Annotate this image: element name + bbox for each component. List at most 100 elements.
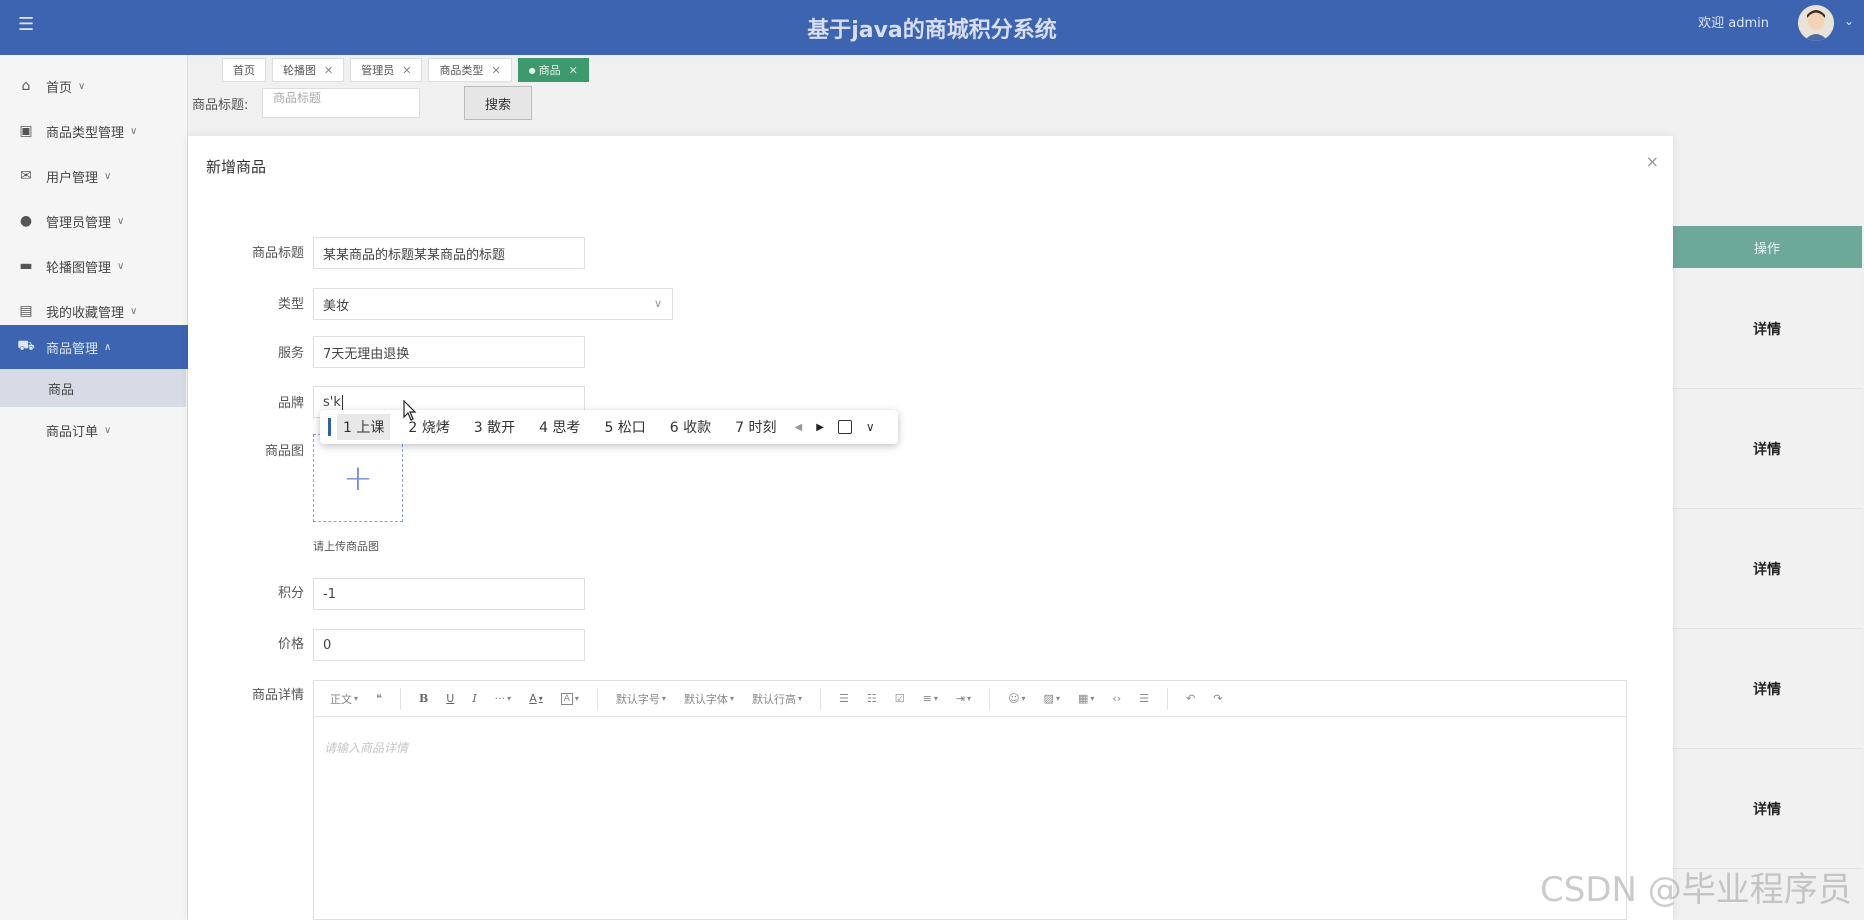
table-row-action[interactable]: 详情: [1672, 509, 1862, 629]
close-icon[interactable]: ✕: [402, 64, 411, 77]
sidebar-item-users[interactable]: ✉ 用户管理 ∨: [0, 154, 188, 198]
sidebar-item-carousel[interactable]: ▬ 轮播图管理 ∨: [0, 244, 188, 288]
toolbar-divider: [399, 687, 401, 710]
close-icon[interactable]: ×: [1646, 152, 1659, 171]
sidebar-item-label: 商品管理: [46, 341, 99, 357]
caret-down-icon: ▾: [354, 694, 359, 703]
table-dropdown[interactable]: ▦ ▾: [1078, 692, 1094, 705]
mouse-pointer-icon: [403, 400, 417, 421]
caret-down-icon: ▾: [538, 694, 543, 703]
more-styles-dropdown[interactable]: ··· ▾: [495, 692, 512, 705]
font-color-icon: A: [529, 692, 537, 705]
search-button[interactable]: 搜索: [464, 86, 532, 120]
title-input[interactable]: 某某商品的标题某某商品的标题: [313, 237, 585, 269]
sidebar-item-admins[interactable]: ● 管理员管理 ∨: [0, 199, 188, 243]
chevron-down-icon: ∨: [130, 305, 138, 317]
ime-candidate[interactable]: 5 松口: [604, 417, 645, 437]
image-dropdown[interactable]: ▨ ▾: [1044, 692, 1060, 705]
ime-next-icon[interactable]: ▶: [816, 422, 824, 433]
close-icon[interactable]: ✕: [491, 64, 500, 77]
bullet-list-icon[interactable]: ☰: [839, 692, 849, 705]
title-label: 商品标题: [251, 246, 304, 261]
tab-home[interactable]: 首页: [222, 58, 266, 82]
dialog-title: 新增商品: [206, 158, 267, 176]
bg-color-icon: A: [560, 692, 573, 705]
chevron-down-icon[interactable]: ⌄: [1844, 14, 1854, 28]
ime-prev-icon[interactable]: ◀: [795, 422, 803, 433]
table-row-action[interactable]: 详情: [1672, 269, 1862, 389]
chevron-down-icon: ∨: [104, 424, 112, 436]
type-label: 类型: [277, 297, 304, 312]
type-value: 美妆: [323, 298, 350, 314]
ime-candidate[interactable]: 6 收款: [670, 417, 711, 437]
todo-list-icon[interactable]: ☑: [895, 692, 905, 705]
rich-text-editor[interactable]: 正文 ▾ ❝ B U I ··· ▾ A ▾ A ▾ 默认字号 ▾ 默认字体 ▾ 默认行高 ▾…: [313, 680, 1627, 920]
caret-down-icon: ▾: [1055, 694, 1060, 703]
align-icon: ≡: [922, 692, 932, 705]
line-height-dropdown[interactable]: 默认行高 ▾: [752, 691, 802, 707]
tab-goods-type[interactable]: 商品类型 ✕: [428, 58, 512, 82]
numbered-list-icon[interactable]: ☷: [867, 692, 877, 705]
paragraph-label: 正文: [330, 692, 352, 706]
emoji-dropdown[interactable]: ☺ ▾: [1008, 692, 1025, 705]
caret-down-icon: ▾: [1090, 694, 1095, 703]
favorite-icon: ▤: [19, 303, 33, 319]
brand-label: 品牌: [277, 396, 304, 411]
ime-candidate[interactable]: 4 思考: [539, 417, 580, 437]
ime-skin-icon[interactable]: [837, 420, 852, 434]
sidebar-item-goods[interactable]: ⛟ 商品管理 ∧: [0, 325, 188, 369]
bg-color-dropdown[interactable]: A ▾: [560, 692, 579, 705]
align-dropdown[interactable]: ≡ ▾: [923, 692, 938, 705]
divider-icon[interactable]: ☰: [1139, 692, 1149, 705]
code-icon[interactable]: ‹›: [1112, 692, 1121, 705]
search-input[interactable]: 商品标题: [262, 88, 420, 118]
ime-candidate[interactable]: 1 上课: [337, 414, 391, 440]
sidebar-item-goods-type[interactable]: ▣ 商品类型管理 ∨: [0, 109, 188, 153]
table-row-action[interactable]: 详情: [1672, 389, 1862, 509]
quote-icon[interactable]: ❝: [376, 692, 382, 705]
sidebar-item-label: 用户管理: [46, 170, 99, 186]
image-upload-button[interactable]: +: [313, 434, 403, 522]
avatar-image: [1798, 5, 1834, 41]
brand-value: s'k: [323, 394, 341, 410]
sidebar-subitem-label: 商品订单: [46, 424, 99, 440]
sidebar-subitem-goods[interactable]: 商品: [0, 369, 186, 407]
tab-carousel[interactable]: 轮播图 ✕: [272, 58, 345, 82]
ime-candidate[interactable]: 3 散开: [474, 417, 515, 437]
redo-icon[interactable]: ↷: [1213, 692, 1222, 705]
close-icon[interactable]: ✕: [569, 64, 578, 77]
close-icon[interactable]: ✕: [324, 64, 333, 77]
italic-icon[interactable]: I: [472, 692, 476, 705]
sidebar-item-home[interactable]: ⌂ 首页 ∨: [0, 64, 188, 108]
table-header-actions: 操作: [1672, 226, 1862, 268]
font-family-dropdown[interactable]: 默认字体 ▾: [684, 691, 734, 707]
watermark: CSDN @毕业程序员: [1540, 870, 1852, 910]
font-size-label: 默认字号: [615, 692, 660, 706]
caret-down-icon: ▾: [507, 694, 512, 703]
paragraph-dropdown[interactable]: 正文 ▾: [330, 691, 358, 707]
caret-down-icon: ▾: [967, 694, 972, 703]
underline-icon[interactable]: U: [446, 692, 454, 705]
table-row-action[interactable]: 详情: [1672, 749, 1862, 869]
type-select[interactable]: 美妆 ∨: [313, 288, 673, 320]
tab-label: 轮播图: [283, 64, 316, 77]
bold-icon[interactable]: B: [419, 692, 428, 705]
caret-down-icon: ▾: [661, 694, 666, 703]
service-input[interactable]: 7天无理由退换: [313, 336, 585, 368]
font-size-dropdown[interactable]: 默认字号 ▾: [616, 691, 666, 707]
table-row-action[interactable]: 详情: [1672, 629, 1862, 749]
points-input[interactable]: -1: [313, 578, 585, 610]
font-color-dropdown[interactable]: A ▾: [529, 692, 543, 705]
tab-goods[interactable]: ● 商品 ✕: [517, 58, 589, 82]
avatar[interactable]: [1798, 5, 1834, 41]
chevron-down-icon[interactable]: ∨: [866, 420, 875, 434]
undo-icon[interactable]: ↶: [1186, 692, 1195, 705]
caret-down-icon: ▾: [1021, 694, 1026, 703]
chevron-up-icon: ∧: [104, 341, 112, 353]
carousel-icon: ▬: [19, 258, 33, 274]
sidebar-subitem-orders[interactable]: 商品订单 ∨: [0, 408, 188, 452]
tab-admin[interactable]: 管理员 ✕: [350, 58, 423, 82]
price-input[interactable]: 0: [313, 629, 585, 661]
indent-dropdown[interactable]: ⇥ ▾: [956, 692, 971, 705]
ime-candidate[interactable]: 7 时刻: [735, 417, 776, 437]
